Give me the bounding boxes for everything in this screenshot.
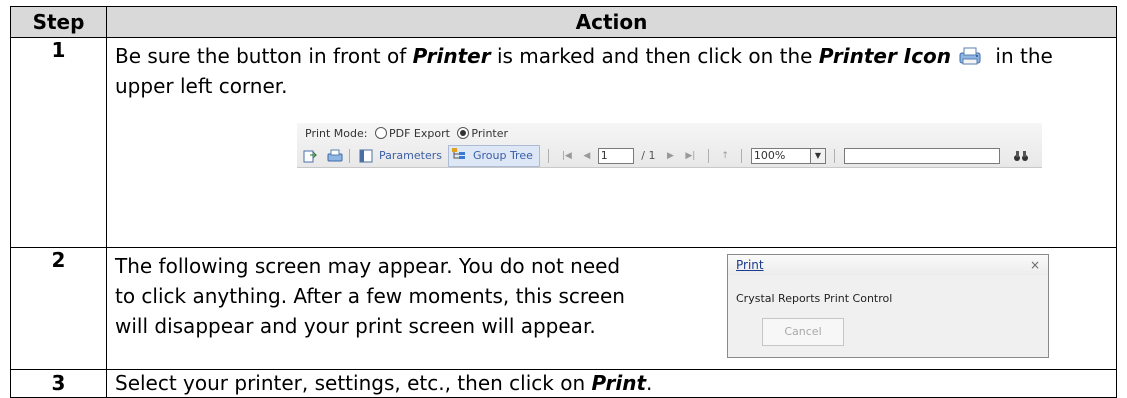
step3-text-b: . (646, 371, 653, 395)
group-tree-button[interactable]: Group Tree (448, 145, 540, 167)
step1-text-b: is marked and then click on the (490, 44, 819, 68)
print-mode-label: Print Mode: (305, 127, 368, 140)
instruction-table: Step Action 1 Be sure the button in fron… (10, 6, 1117, 398)
step-row-2: 2 The following screen may appear. You d… (10, 247, 1117, 370)
pdf-export-label: PDF Export (388, 127, 450, 140)
next-page-icon[interactable]: ▶ (663, 146, 678, 166)
step-number-1: 1 (10, 37, 107, 248)
toggle-parameters-icon[interactable] (359, 149, 373, 163)
toolbar-divider (548, 149, 550, 163)
report-toolbar-screenshot: Print Mode: PDF Export Printer Parameter… (297, 123, 1042, 168)
group-tree-icon (452, 148, 466, 159)
parameters-button[interactable]: Parameters (376, 146, 445, 166)
step-action-3: Select your printer, settings, etc., the… (106, 369, 1117, 398)
page-total-label: / 1 (641, 149, 656, 162)
step-action-2: The following screen may appear. You do … (106, 247, 1117, 370)
group-tree-label: Group Tree (472, 149, 533, 162)
step-number-2: 2 (10, 247, 107, 370)
print-mode-row: Print Mode: PDF Export Printer (305, 126, 508, 142)
page-number-input[interactable]: 1 (597, 148, 634, 164)
step-number-3: 3 (10, 369, 107, 398)
close-icon[interactable]: × (1030, 255, 1040, 275)
export-icon[interactable] (303, 149, 318, 163)
search-binoculars-icon[interactable] (1013, 149, 1029, 163)
printer-radio[interactable] (457, 127, 470, 139)
printer-radio-label: Printer (471, 127, 509, 140)
toolbar-divider (834, 149, 836, 163)
step-column-header: Step (10, 6, 107, 38)
toolbar-divider (741, 149, 743, 163)
chevron-down-icon[interactable]: ▼ (810, 148, 826, 164)
toolbar-divider (707, 149, 709, 163)
zoom-select[interactable]: 100% (750, 148, 811, 164)
printer-icon[interactable] (327, 149, 342, 163)
step3-text-a: Select your printer, settings, etc., the… (115, 371, 592, 395)
step-row-1: 1 Be sure the button in front of Printer… (10, 37, 1117, 248)
drill-up-icon[interactable]: ↑ (717, 146, 733, 166)
printer-icon (957, 44, 983, 65)
dialog-title: Print (736, 258, 764, 272)
print-dialog-screenshot: Print × Crystal Reports Print Control Ca… (727, 254, 1049, 358)
first-page-icon[interactable]: |◀ (558, 146, 576, 166)
step3-print-term: Print (591, 371, 647, 395)
step-row-3: 3 Select your printer, settings, etc., t… (10, 369, 1117, 398)
toolbar-buttons-row: Parameters Group Tree |◀ ◀ 1 / 1 ▶ ▶| ↑ (303, 145, 1029, 167)
toolbar-divider (349, 149, 350, 163)
cancel-button[interactable]: Cancel (762, 318, 844, 346)
header-row: Step Action (10, 6, 1117, 38)
previous-page-icon[interactable]: ◀ (579, 146, 594, 166)
step1-printer-term: Printer (412, 44, 491, 68)
step2-text: The following screen may appear. You do … (115, 254, 625, 338)
pdf-export-radio[interactable] (374, 127, 387, 139)
last-page-icon[interactable]: ▶| (681, 146, 699, 166)
search-input[interactable] (843, 148, 1000, 164)
step1-text-a: Be sure the button in front of (115, 44, 413, 68)
dialog-title-bar: Print × (728, 255, 1048, 275)
step-action-1: Be sure the button in front of Printer i… (106, 37, 1117, 248)
action-column-header: Action (106, 6, 1117, 38)
dialog-message: Crystal Reports Print Control (736, 292, 893, 305)
step1-printer-icon-term: Printer Icon (818, 44, 952, 68)
